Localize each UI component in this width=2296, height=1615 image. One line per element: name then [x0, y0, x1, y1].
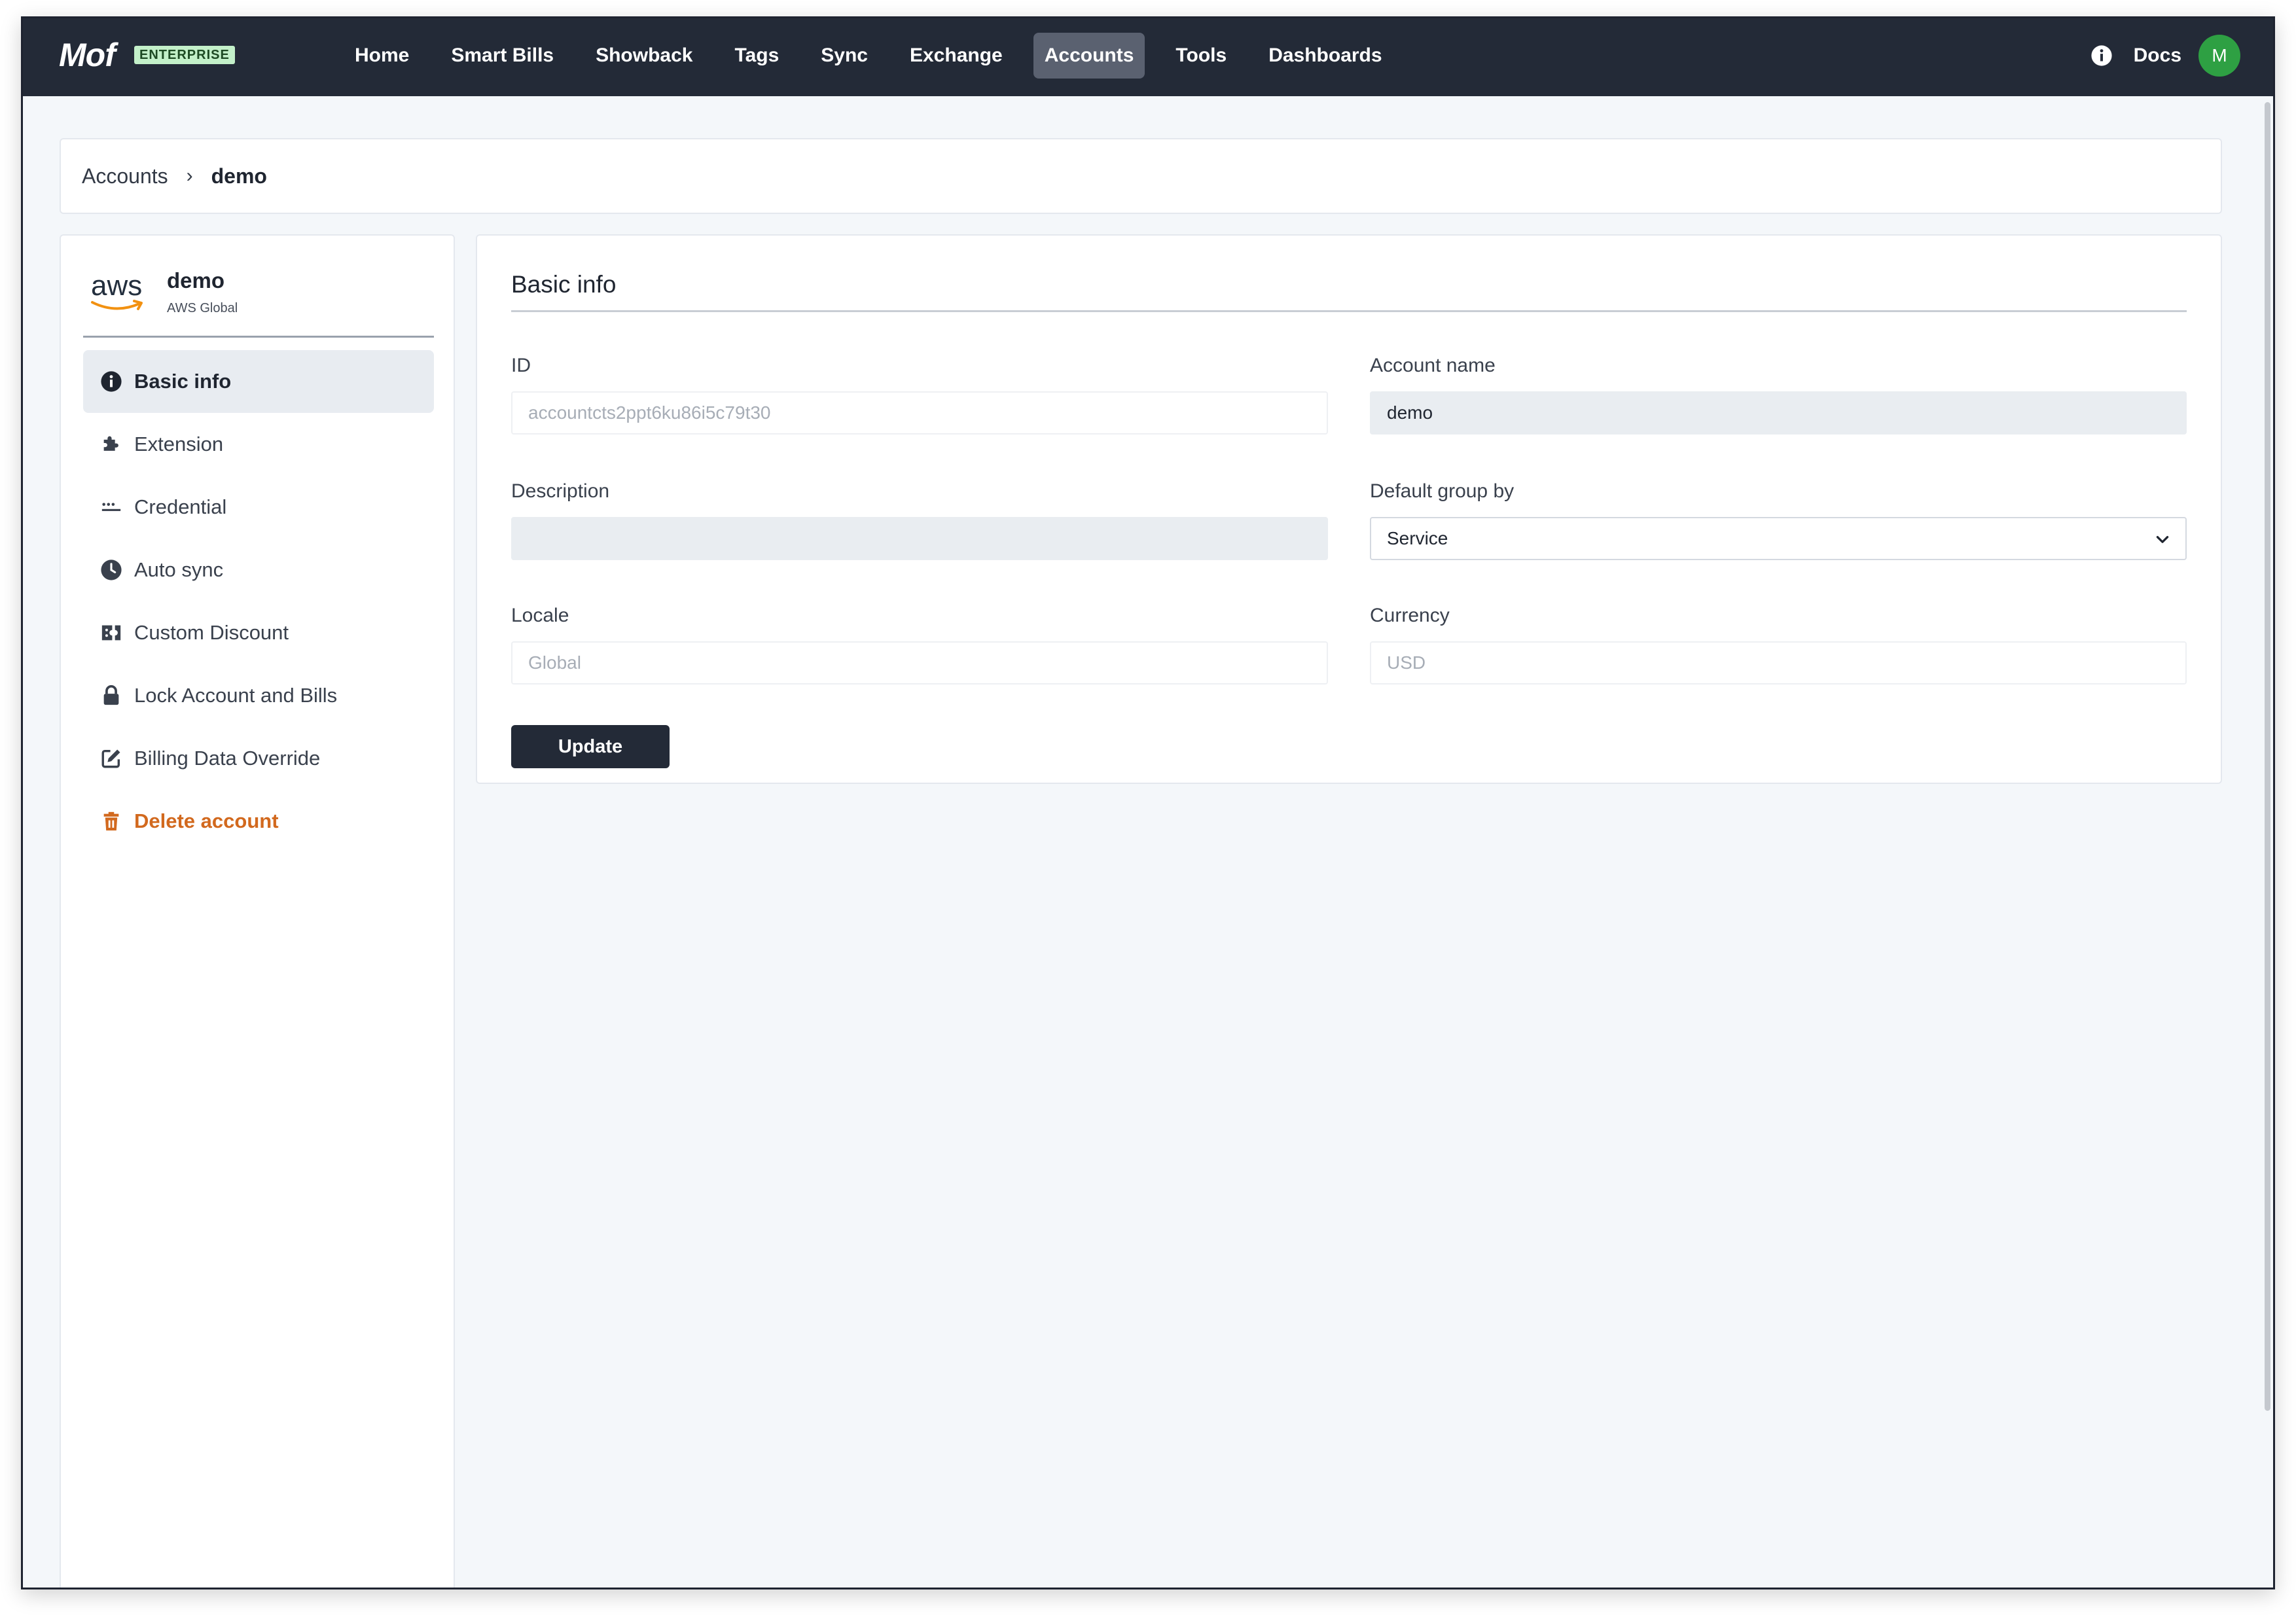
app-logo[interactable]: Mof [59, 36, 116, 74]
nav-item-accounts[interactable]: Accounts [1033, 33, 1145, 79]
edit-icon [101, 749, 120, 768]
main-nav: Home Smart Bills Showback Tags Sync Exch… [344, 33, 1413, 79]
ticket-icon [101, 625, 121, 641]
password-dots-icon [101, 503, 121, 511]
sidebar-item-label: Custom Discount [134, 621, 289, 644]
sidebar-item-custom-discount[interactable]: Custom Discount [83, 601, 434, 664]
locale-label: Locale [511, 605, 569, 626]
section-divider [511, 310, 2187, 312]
sidebar-item-basic-info[interactable]: Basic info [83, 350, 434, 413]
edition-badge: ENTERPRISE [134, 46, 235, 64]
aws-logo: aws [90, 270, 146, 315]
puzzle-icon [103, 436, 118, 451]
breadcrumb-accounts-link[interactable]: Accounts [82, 164, 168, 188]
nav-item-tools[interactable]: Tools [1164, 33, 1238, 79]
account-sidebar: aws demo AWS Global Basic info Extension… [60, 234, 455, 1588]
info-circle-icon [101, 371, 122, 392]
breadcrumb-separator: › [186, 165, 193, 186]
account-name: demo [167, 268, 225, 293]
sidebar-item-label: Billing Data Override [134, 747, 321, 770]
nav-item-exchange[interactable]: Exchange [899, 33, 1014, 79]
nav-item-tags[interactable]: Tags [723, 33, 790, 79]
description-label: Description [511, 480, 610, 502]
account-menu: Basic info Extension Credential Auto syn… [83, 350, 434, 853]
sidebar-item-extension[interactable]: Extension [83, 413, 434, 476]
account-name-field[interactable]: demo [1370, 391, 2187, 435]
sidebar-item-label: Lock Account and Bills [134, 684, 338, 707]
nav-item-home[interactable]: Home [344, 33, 420, 79]
nav-item-smart-bills[interactable]: Smart Bills [440, 33, 565, 79]
scrollbar-thumb[interactable] [2265, 102, 2270, 1411]
default-group-by-select[interactable]: Service [1370, 517, 2187, 560]
default-group-by-label: Default group by [1370, 480, 1515, 502]
sidebar-item-label: Extension [134, 433, 224, 455]
nav-right-group: Docs M [2090, 33, 2240, 79]
sidebar-item-credential[interactable]: Credential [83, 476, 434, 539]
app-window: Mof ENTERPRISE Home Smart Bills Showback… [21, 16, 2275, 1589]
id-field: accountcts2ppt6ku86i5c79t30 [511, 391, 1328, 435]
aws-smile-icon [91, 300, 143, 310]
top-navigation-bar: Mof ENTERPRISE Home Smart Bills Showback… [23, 18, 2273, 96]
info-circle-icon[interactable] [2090, 44, 2113, 67]
section-title: Basic info [511, 271, 617, 298]
breadcrumb: Accounts › demo [60, 138, 2222, 214]
trash-icon [103, 811, 119, 831]
default-group-by-value: Service [1387, 528, 1448, 548]
sidebar-item-label: Auto sync [134, 558, 224, 581]
sidebar-item-billing-override[interactable]: Billing Data Override [83, 727, 434, 790]
breadcrumb-current: demo [211, 164, 267, 188]
clock-icon [101, 559, 122, 580]
id-label: ID [511, 355, 531, 376]
update-button[interactable]: Update [511, 725, 670, 768]
description-field[interactable] [511, 517, 1328, 560]
sidebar-item-delete-account[interactable]: Delete account [83, 790, 434, 853]
locale-field: Global [511, 641, 1328, 684]
chevron-down-icon [2156, 536, 2169, 543]
sidebar-item-lock-account[interactable]: Lock Account and Bills [83, 664, 434, 727]
account-header: aws demo AWS Global [83, 259, 434, 338]
account-name-label: Account name [1370, 355, 1496, 376]
sidebar-item-auto-sync[interactable]: Auto sync [83, 539, 434, 601]
currency-label: Currency [1370, 605, 1450, 626]
lock-icon [103, 685, 119, 705]
currency-field: USD [1370, 641, 2187, 684]
basic-info-card: Basic info ID accountcts2ppt6ku86i5c79t3… [476, 234, 2222, 784]
sidebar-item-label: Credential [134, 495, 227, 518]
sidebar-item-label: Delete account [134, 809, 279, 832]
nav-item-dashboards[interactable]: Dashboards [1257, 33, 1393, 79]
nav-item-sync[interactable]: Sync [810, 33, 879, 79]
docs-link[interactable]: Docs [2134, 44, 2181, 67]
nav-item-showback[interactable]: Showback [584, 33, 704, 79]
user-avatar[interactable]: M [2198, 35, 2240, 77]
account-region: AWS Global [167, 301, 238, 315]
sidebar-item-label: Basic info [134, 370, 232, 393]
